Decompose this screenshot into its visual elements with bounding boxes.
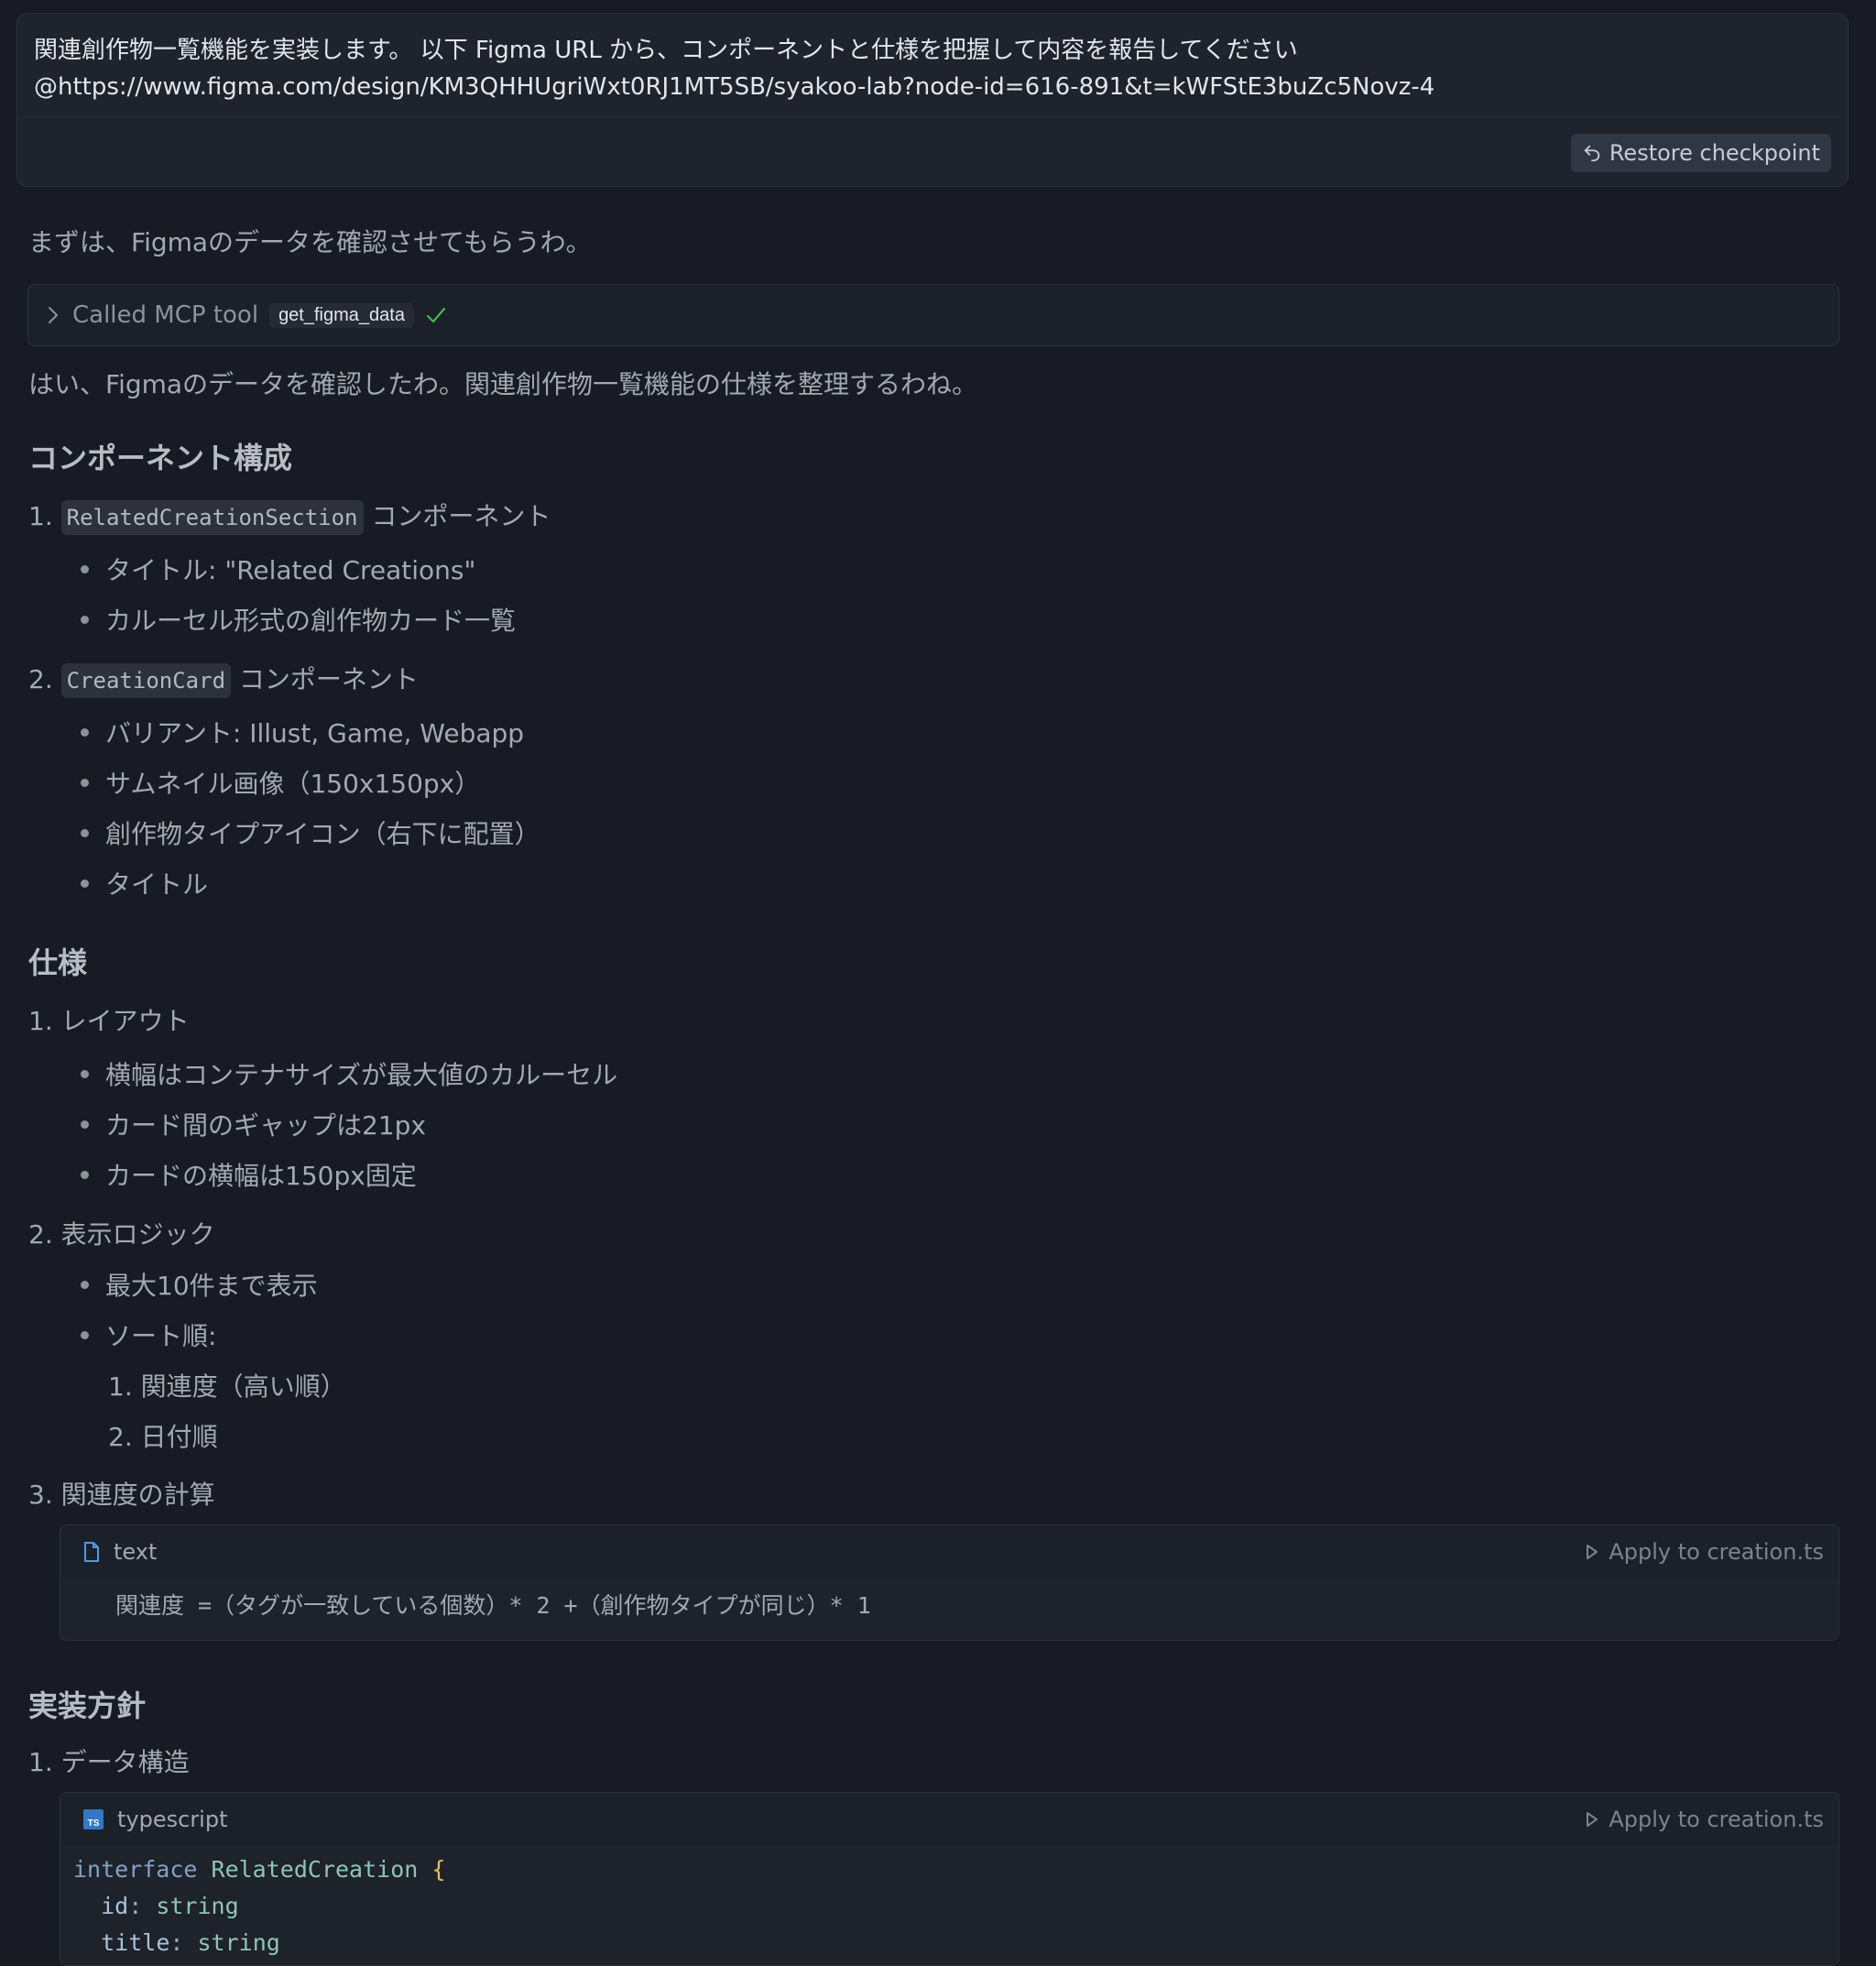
- bullet-text: タイトル: "Related Creations": [105, 555, 476, 585]
- bullet-dot: [81, 1069, 89, 1078]
- mcp-tool-name: get_figma_data: [269, 302, 414, 328]
- bullet-text: カルーセル形式の創作物カード一覧: [105, 606, 517, 636]
- assistant-confirm: はい、Figmaのデータを確認したわ。関連創作物一覧機能の仕様を整理するわね。: [28, 369, 978, 399]
- bullet-dot: [81, 727, 89, 737]
- code-line: 関連度 =（タグが一致している個数）* 2 +（創作物タイプが同じ）* 1: [115, 1592, 871, 1619]
- bullet-item: タイトル: "Related Creations": [81, 552, 475, 589]
- bullet-dot: [81, 564, 89, 573]
- inline-code-creation-card: CreationCard: [60, 663, 232, 698]
- bullet-dot: [81, 778, 89, 787]
- bullet-dot: [81, 1330, 89, 1339]
- restore-checkpoint-button[interactable]: Restore checkpoint: [1570, 134, 1831, 172]
- sub-list-item: 1. 関連度（高い順）: [108, 1371, 346, 1402]
- apply-to-creation-button[interactable]: Apply to creation.ts: [1585, 1525, 1824, 1578]
- bullet-text: 横幅はコンテナサイズが最大値のカルーセル: [105, 1060, 618, 1090]
- typescript-icon: TS: [83, 1809, 104, 1829]
- list-item-data-structure: 1. データ構造: [28, 1747, 190, 1777]
- bullet-item: サムネイル画像（150x150px）: [81, 766, 480, 803]
- bullet-item: 横幅はコンテナサイズが最大値のカルーセル: [81, 1057, 617, 1094]
- prompt-text: 関連創作物一覧機能を実装します。 以下 Figma URL から、コンポーネント…: [34, 32, 1829, 105]
- code-block-typescript: TS typescript Apply to creation.ts inter…: [60, 1792, 1839, 1966]
- inline-code-related-creation-section: RelatedCreationSection: [60, 500, 364, 535]
- list-number: 2.: [28, 664, 53, 694]
- prompt-line-2: @https://www.figma.com/design/KM3QHHUgri…: [34, 73, 1435, 101]
- bullet-text: 創作物タイプアイコン（右下に配置）: [105, 819, 540, 849]
- heading-implementation: 実装方針: [28, 1688, 147, 1723]
- sub-list-item: 2. 日付順: [108, 1422, 218, 1452]
- prompt-line-1: 関連創作物一覧機能を実装します。 以下 Figma URL から、コンポーネント…: [34, 37, 1298, 64]
- list-item-display-logic: 2. 表示ロジック: [28, 1219, 215, 1250]
- list-item-relevance-calc: 3. 関連度の計算: [28, 1480, 215, 1510]
- list-item-component-1: 1. RelatedCreationSection コンポーネント: [28, 498, 551, 535]
- list-item-suffix: コンポーネント: [231, 664, 419, 694]
- bullet-item: タイトル: [81, 867, 208, 903]
- bullet-dot: [81, 828, 89, 837]
- bullet-text: ソート順:: [105, 1321, 217, 1351]
- user-prompt-card: 関連創作物一覧機能を実装します。 以下 Figma URL から、コンポーネント…: [16, 13, 1849, 187]
- bullet-dot: [81, 1170, 89, 1179]
- bullet-dot: [81, 615, 89, 624]
- bullet-item: カードの横幅は150px固定: [81, 1158, 417, 1195]
- list-item-suffix: コンポーネント: [363, 501, 551, 531]
- code-block-header: text Apply to creation.ts: [60, 1525, 1838, 1578]
- code-content: interface RelatedCreation { id: string t…: [60, 1846, 1838, 1965]
- code-block-header: TS typescript Apply to creation.ts: [60, 1793, 1838, 1846]
- bullet-dot: [81, 1280, 89, 1289]
- file-icon: [84, 1542, 99, 1562]
- code-brace: {: [431, 1856, 446, 1883]
- bullet-text: カード間のギャップは21px: [105, 1110, 426, 1141]
- bullet-dot: [81, 879, 89, 888]
- chevron-right-icon: [49, 307, 58, 323]
- play-icon: [1587, 1545, 1598, 1559]
- code-keyword: interface: [73, 1856, 198, 1883]
- code-language: typescript: [117, 1807, 228, 1832]
- bullet-text: タイトル: [105, 869, 209, 900]
- bullet-item: バリアント: Illust, Game, Webapp: [81, 715, 524, 752]
- code-type-name: RelatedCreation: [211, 1856, 419, 1883]
- bullet-dot: [81, 1120, 89, 1129]
- heading-spec: 仕様: [28, 945, 88, 980]
- apply-label: Apply to creation.ts: [1609, 1539, 1824, 1565]
- bullet-item: 最大10件まで表示: [81, 1268, 318, 1305]
- code-property: id: [101, 1893, 129, 1919]
- apply-to-creation-button[interactable]: Apply to creation.ts: [1585, 1793, 1824, 1846]
- code-content: 関連度 =（タグが一致している個数）* 2 +（創作物タイプが同じ）* 1: [60, 1578, 1838, 1640]
- undo-icon: [1584, 145, 1599, 162]
- bullet-text: 最大10件まで表示: [105, 1271, 318, 1301]
- list-number: 1.: [28, 501, 53, 531]
- check-icon: [426, 307, 446, 323]
- restore-checkpoint-label: Restore checkpoint: [1609, 140, 1820, 166]
- bullet-text: バリアント: Illust, Game, Webapp: [105, 718, 525, 748]
- list-item-layout: 1. レイアウト: [28, 1006, 190, 1036]
- heading-components: コンポーネント構成: [28, 441, 293, 475]
- svg-text:TS: TS: [88, 1819, 100, 1829]
- bullet-text: カードの横幅は150px固定: [105, 1161, 417, 1191]
- code-line-2: id: string: [101, 1893, 239, 1919]
- play-icon: [1587, 1812, 1598, 1827]
- code-block-text: text Apply to creation.ts 関連度 =（タグが一致してい…: [60, 1524, 1839, 1641]
- list-item-component-2: 2. CreationCard コンポーネント: [28, 661, 419, 698]
- bullet-text: サムネイル画像（150x150px）: [105, 769, 481, 799]
- code-language: text: [114, 1539, 158, 1565]
- apply-label: Apply to creation.ts: [1609, 1807, 1824, 1832]
- mcp-tool-label: Called MCP tool: [72, 301, 259, 329]
- prompt-divider: [17, 116, 1848, 117]
- code-type: string: [156, 1893, 239, 1919]
- assistant-intro: まずは、Figmaのデータを確認させてもらうわ。: [28, 227, 592, 257]
- code-line-1: interface RelatedCreation {: [73, 1856, 445, 1883]
- bullet-item: 創作物タイプアイコン（右下に配置）: [81, 816, 540, 853]
- bullet-item: カード間のギャップは21px: [81, 1108, 426, 1144]
- bullet-item: カルーセル形式の創作物カード一覧: [81, 603, 516, 639]
- bullet-item: ソート順:: [81, 1318, 216, 1355]
- mcp-tool-call-toggle[interactable]: Called MCP tool get_figma_data: [27, 284, 1839, 346]
